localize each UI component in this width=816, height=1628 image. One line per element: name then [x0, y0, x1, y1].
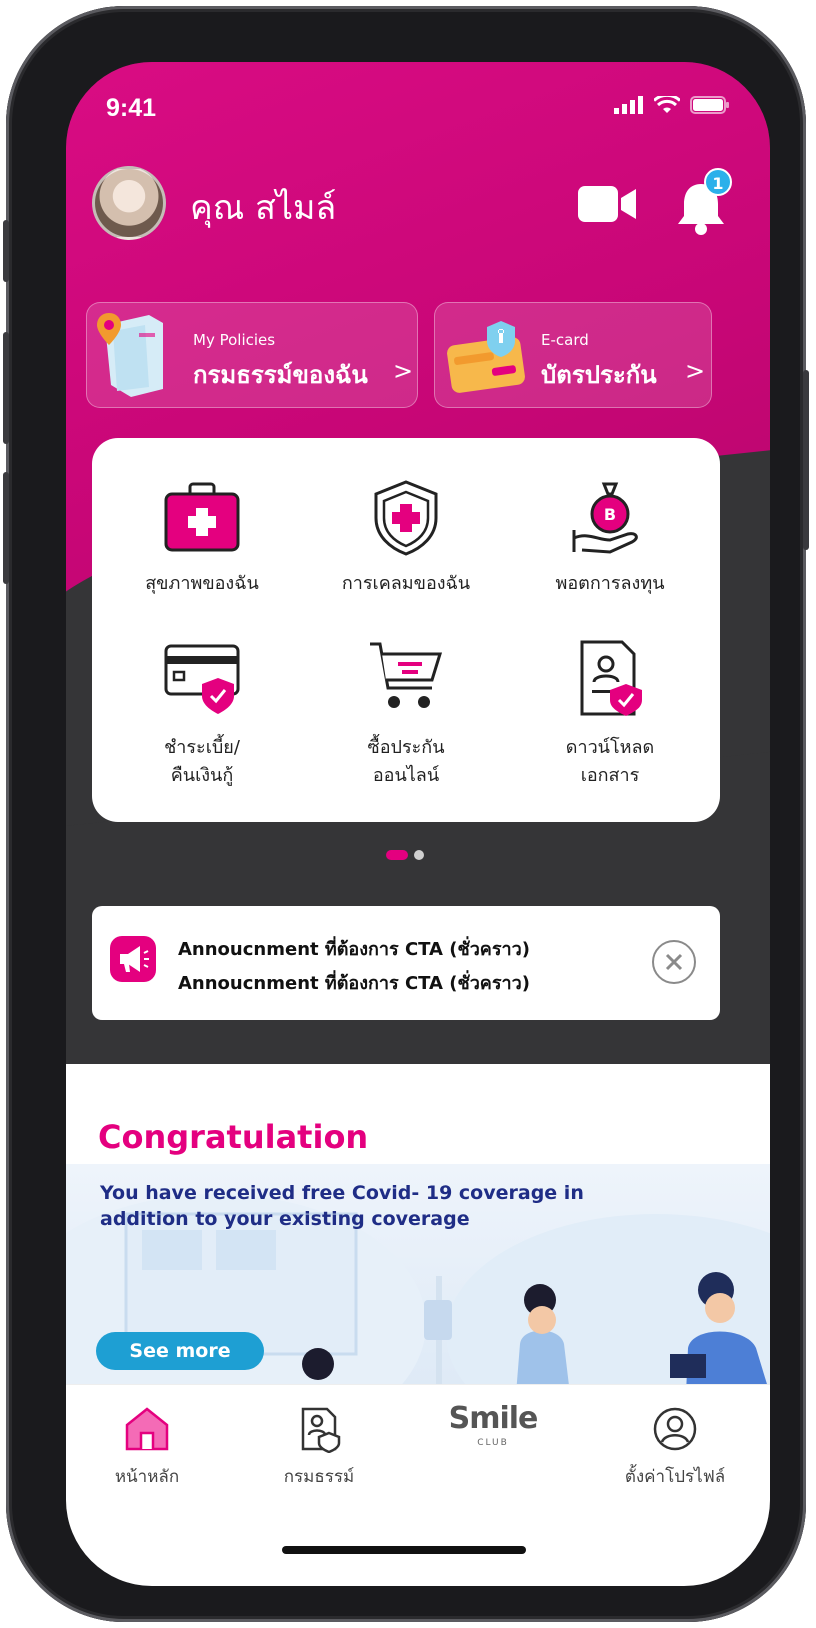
menu-label: การเคลมของฉัน: [341, 573, 471, 594]
menu-label-line2: ออนไลน์: [372, 765, 440, 786]
ecard-subtitle: E-card: [541, 331, 589, 349]
card-shield-icon: [164, 644, 240, 714]
status-time: 9:41: [106, 94, 157, 122]
medical-kit-icon: [164, 482, 240, 552]
phone-power-button: [803, 370, 809, 550]
home-icon: [125, 1407, 169, 1451]
bottom-navigation: หน้าหลัก กรมธรรม์ Smile CLUB ตั้งค่าโปรไ…: [66, 1384, 770, 1586]
smile-logo-text: Smile: [448, 1401, 539, 1436]
chevron-right-icon: >: [685, 357, 706, 385]
phone-mute-switch: [3, 220, 9, 282]
menu-item-download-docs[interactable]: ดาวน์โหลด เอกสาร: [510, 638, 710, 798]
menu-item-my-health[interactable]: สุขภาพของฉัน: [102, 478, 302, 598]
megaphone-icon: [110, 936, 156, 982]
my-policies-subtitle: My Policies: [193, 331, 276, 349]
announcement-line2: Annoucnment ที่ต้องการ CTA (ชั่วคราว): [178, 973, 530, 994]
nav-item-home[interactable]: หน้าหลัก: [72, 1405, 222, 1490]
my-policies-title: กรมธรรม์ของฉัน: [193, 361, 368, 389]
cart-icon: [370, 642, 443, 708]
policy-map-icon: [97, 313, 163, 397]
menu-label-line1: ชำระเบี้ย/: [164, 737, 240, 758]
announcement-line1: Annoucnment ที่ต้องการ CTA (ชั่วคราว): [178, 939, 530, 960]
page-indicator: [386, 850, 424, 860]
notification-button[interactable]: 1: [674, 168, 734, 235]
menu-label-line1: ดาวน์โหลด: [565, 737, 655, 758]
wifi-icon: [654, 96, 680, 113]
menu-item-buy-insurance[interactable]: ซื้อประกัน ออนไลน์: [306, 638, 506, 798]
chevron-right-icon: >: [393, 357, 414, 385]
phone-volume-down: [3, 472, 9, 584]
ecard-card[interactable]: E-card บัตรประกัน >: [434, 302, 712, 408]
close-button[interactable]: [652, 940, 696, 984]
menu-label-line2: คืนเงินกู้: [170, 765, 234, 786]
nav-label: กรมธรรม์: [283, 1467, 355, 1487]
profile-header: คุณ สไมล์ 1: [92, 166, 744, 242]
document-shield-icon: [580, 640, 642, 716]
menu-item-my-claims[interactable]: การเคลมของฉัน: [306, 478, 506, 598]
avatar[interactable]: [92, 166, 166, 240]
promo-banner[interactable]: Congratulation You have received free Co…: [66, 1064, 770, 1394]
nav-item-smile-club[interactable]: Smile CLUB: [418, 1395, 568, 1448]
phone-frame: 9:41 คุณ สไมล์ 1 My Policies กรมธรรม์ของ…: [3, 6, 809, 1622]
nav-item-profile-settings[interactable]: ตั้งค่าโปรไฟล์: [600, 1405, 750, 1490]
page-dot-active[interactable]: [386, 850, 408, 860]
phone-volume-up: [3, 332, 9, 444]
menu-label-line2: เอกสาร: [580, 765, 640, 786]
user-name: คุณ สไมล์: [190, 188, 337, 228]
profile-icon: [653, 1407, 697, 1451]
ecard-icon: [447, 321, 525, 393]
announcement-banner[interactable]: Annoucnment ที่ต้องการ CTA (ชั่วคราว) An…: [92, 906, 720, 1020]
menu-item-investment[interactable]: B พอตการลงทุน: [510, 478, 710, 598]
close-icon: [665, 953, 683, 971]
menu-label: สุขภาพของฉัน: [145, 573, 259, 594]
nav-label: หน้าหลัก: [114, 1467, 180, 1487]
menu-item-pay-premium[interactable]: ชำระเบี้ย/ คืนเงินกู้: [102, 638, 302, 798]
status-icons: [614, 96, 730, 114]
signal-icon: [614, 96, 643, 114]
ecard-title: บัตรประกัน: [541, 361, 657, 389]
smile-club-logo: Smile: [418, 1401, 568, 1436]
page-dot[interactable]: [414, 850, 424, 860]
notification-badge: 1: [704, 168, 732, 196]
menu-label: พอตการลงทุน: [555, 573, 665, 594]
home-indicator[interactable]: [282, 1546, 526, 1554]
svg-text:B: B: [604, 505, 616, 524]
policy-document-icon: [301, 1407, 341, 1454]
club-logo-text: CLUB: [477, 1438, 509, 1448]
see-more-button[interactable]: See more: [96, 1332, 264, 1370]
nav-item-policy[interactable]: กรมธรรม์: [244, 1405, 394, 1490]
menu-label-line1: ซื้อประกัน: [367, 737, 445, 758]
menu-grid-card: สุขภาพของฉัน การเคลมของฉัน B พอตการลงทุน: [92, 438, 720, 822]
shield-cross-icon: [374, 480, 438, 556]
app-screen: 9:41 คุณ สไมล์ 1 My Policies กรมธรรม์ของ…: [66, 62, 770, 1586]
battery-icon: [690, 96, 729, 114]
status-bar: 9:41: [106, 88, 730, 128]
nav-label: ตั้งค่าโปรไฟล์: [624, 1467, 726, 1487]
promo-title: Congratulation: [98, 1118, 369, 1156]
promo-description: You have received free Covid- 19 coverag…: [100, 1182, 584, 1230]
money-bag-hand-icon: B: [572, 482, 638, 554]
my-policies-card[interactable]: My Policies กรมธรรม์ของฉัน >: [86, 302, 418, 408]
video-call-icon[interactable]: [578, 184, 638, 224]
